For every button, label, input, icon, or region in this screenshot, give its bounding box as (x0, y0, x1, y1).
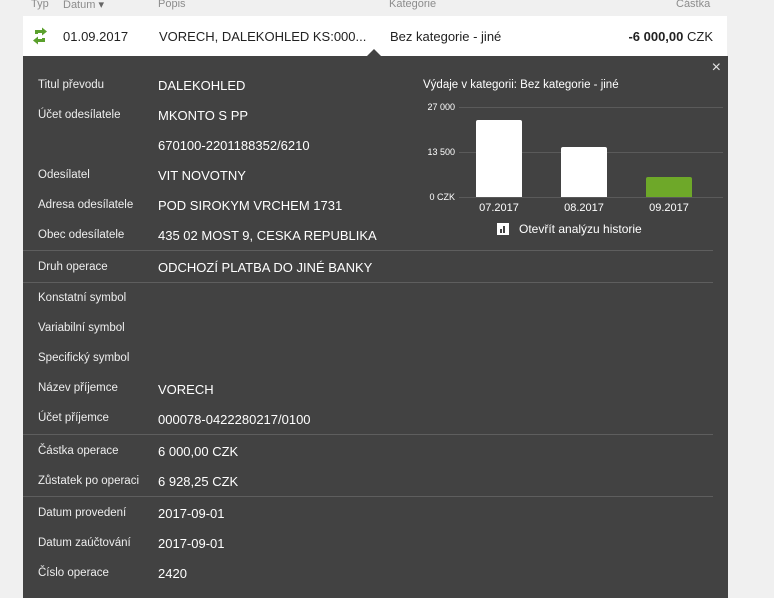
open-history-analysis-link[interactable]: Otevřít analýzu historie (497, 222, 642, 236)
field-label-sender-address: Adresa odesílatele (38, 199, 134, 211)
field-label-operation-type: Druh operace (38, 261, 108, 273)
transaction-amount: -6 000,00 CZK (628, 29, 713, 44)
field-value-execution-date: 2017-09-01 (158, 506, 225, 521)
field-label-sender-city: Obec odesílatele (38, 229, 125, 241)
field-label-variable-symbol: Variabilní symbol (38, 322, 125, 334)
transaction-currency: CZK (687, 29, 713, 44)
x-tick-label: 09.2017 (649, 202, 689, 214)
field-label-balance-after: Zůstatek po operaci (38, 475, 140, 487)
column-date[interactable]: Datum ▾ (63, 0, 104, 11)
history-link-label: Otevřít analýzu historie (519, 222, 642, 236)
field-value-title: DALEKOHLED (158, 78, 246, 93)
bar-chart-icon (497, 223, 509, 235)
category-spending-chart: Výdaje v kategorii: Bez kategorie - jiné… (423, 76, 723, 246)
field-value-sender-account-number: 670100-2201188352/6210 (158, 138, 310, 153)
section-divider (23, 434, 713, 435)
section-divider (23, 250, 713, 251)
transaction-description: VORECH, DALEKOHLED KS:000... (159, 29, 367, 44)
column-amount[interactable]: Částka (676, 0, 710, 10)
transfer-arrows-icon (32, 27, 48, 48)
y-tick-label: 13 500 (427, 147, 455, 157)
field-label-sender-account: Účet odesílatele (38, 109, 121, 121)
x-tick-label: 08.2017 (564, 202, 604, 214)
field-label-recipient-account: Účet příjemce (38, 412, 109, 424)
field-value-operation-amount: 6 000,00 CZK (158, 444, 239, 459)
y-tick-label: 0 CZK (429, 192, 455, 202)
x-tick-label: 07.2017 (479, 202, 519, 214)
field-value-recipient-account: 000078-0422280217/0100 (158, 412, 311, 427)
transaction-amount-value: -6 000,00 (628, 29, 684, 44)
field-label-specific-symbol: Specifický symbol (38, 352, 130, 364)
field-value-operation-number: 2420 (158, 566, 187, 581)
y-tick-label: 27 000 (427, 102, 455, 112)
column-description[interactable]: Popis (158, 0, 186, 10)
field-label-posting-date: Datum zaúčtování (38, 537, 131, 549)
field-label-execution-date: Datum provedení (38, 507, 127, 519)
transaction-detail-panel: × Titul převodu DALEKOHLED Účet odesílat… (23, 56, 728, 598)
column-date-label: Datum (63, 0, 96, 11)
field-label-title: Titul převodu (38, 79, 105, 91)
sort-down-icon: ▾ (98, 0, 104, 11)
field-value-operation-type: ODCHOZÍ PLATBA DO JINÉ BANKY (158, 260, 373, 275)
field-value-sender-account: MKONTO S PP (158, 108, 249, 123)
column-category[interactable]: Kategorie (389, 0, 436, 10)
bar-09.2017[interactable] (646, 177, 692, 197)
field-value-sender-address: POD SIROKYM VRCHEM 1731 (158, 198, 343, 213)
bar-08.2017[interactable] (561, 147, 607, 197)
chart-title: Výdaje v kategorii: Bez kategorie - jiné (423, 79, 619, 91)
y-gridline (459, 107, 723, 108)
bar-07.2017[interactable] (476, 120, 522, 197)
field-value-sender: VIT NOVOTNY (158, 168, 246, 183)
field-label-operation-number: Číslo operace (38, 567, 109, 579)
field-value-recipient-name: VORECH (158, 382, 214, 397)
transaction-date: 01.09.2017 (63, 29, 129, 44)
y-gridline (459, 197, 723, 198)
section-divider (23, 282, 713, 283)
column-type[interactable]: Typ (31, 0, 49, 10)
column-header: Typ Datum ▾ Popis Kategorie Částka (0, 0, 774, 14)
field-label-sender: Odesílatel (38, 169, 90, 181)
field-label-recipient-name: Název příjemce (38, 382, 118, 394)
section-divider (23, 496, 713, 497)
field-label-constant-symbol: Konstatní symbol (38, 292, 127, 304)
transaction-category: Bez kategorie - jiné (390, 29, 502, 44)
field-value-posting-date: 2017-09-01 (158, 536, 225, 551)
close-icon[interactable]: × (712, 59, 721, 77)
field-value-sender-city: 435 02 MOST 9, CESKA REPUBLIKA (158, 228, 377, 243)
field-label-operation-amount: Částka operace (38, 445, 119, 457)
field-value-balance-after: 6 928,25 CZK (158, 474, 239, 489)
